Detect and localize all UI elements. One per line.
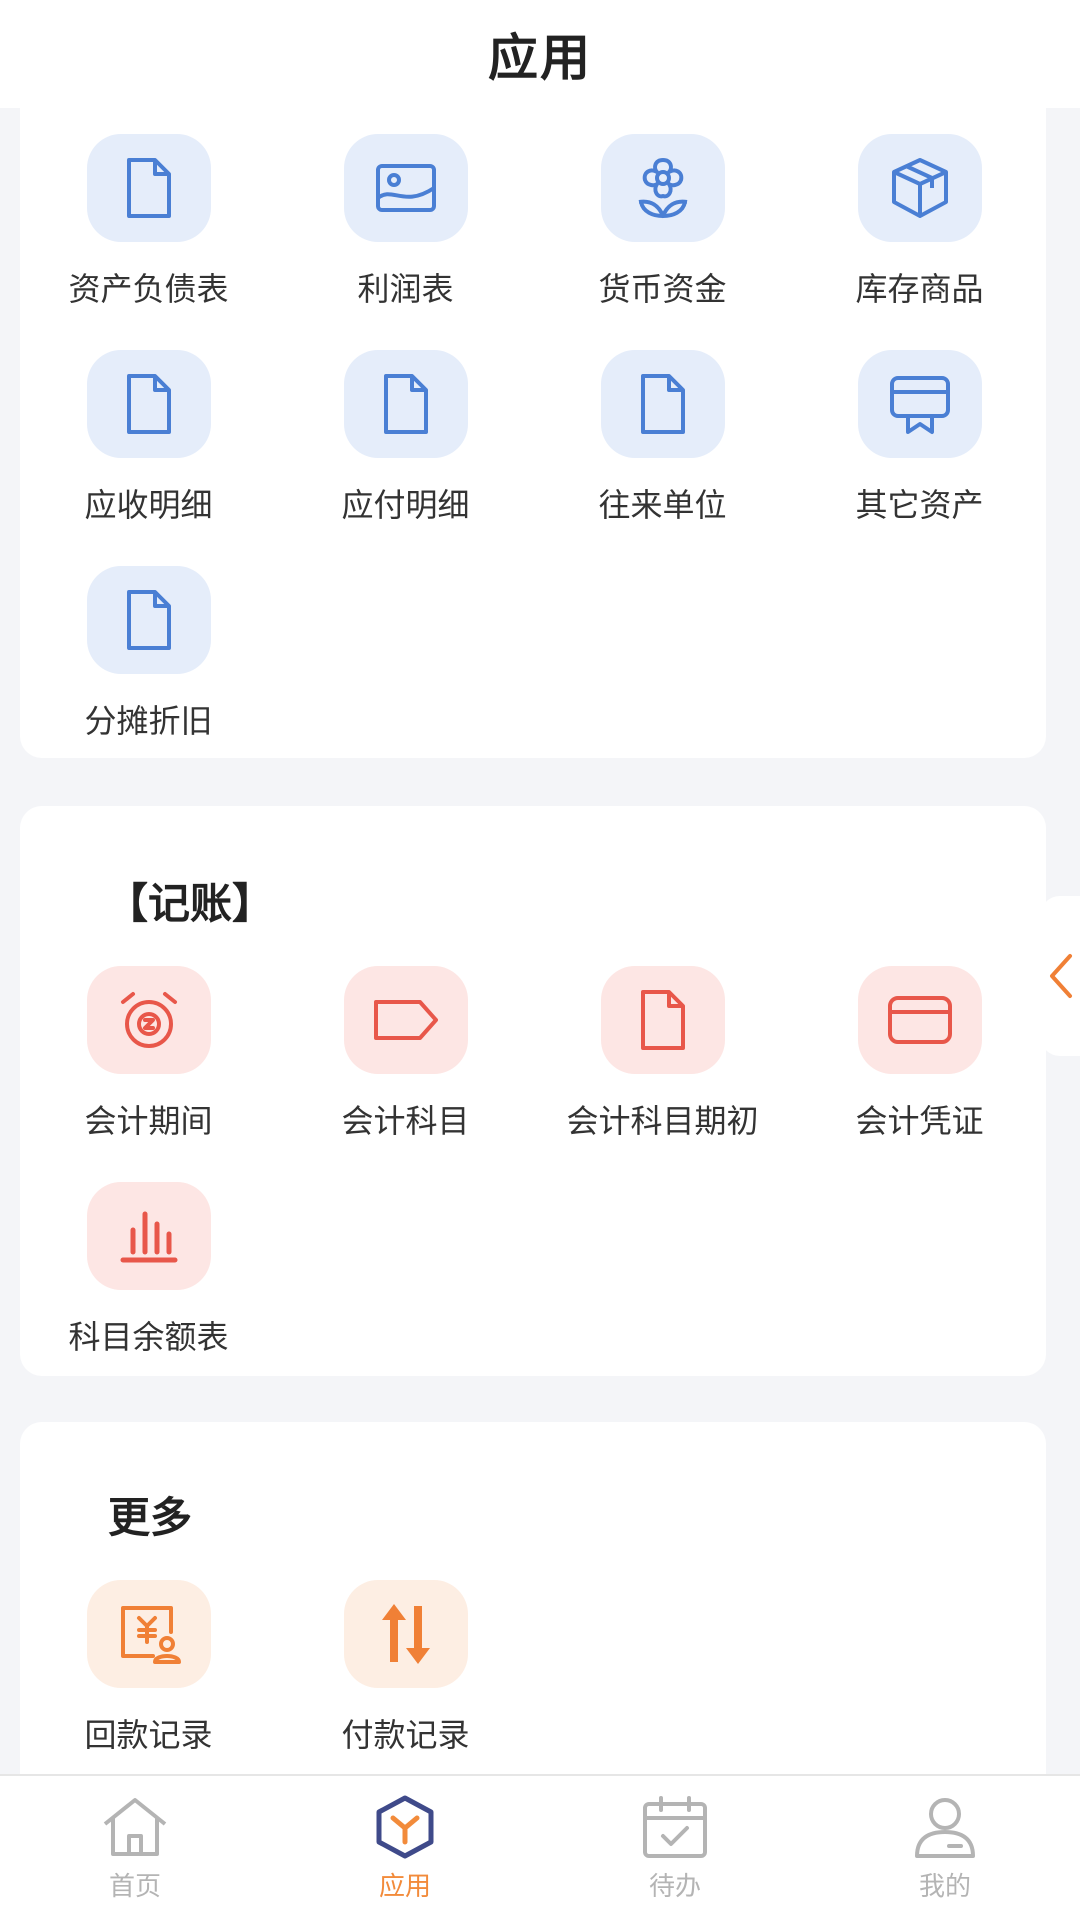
app-item-label: 科目余额表 — [68, 1318, 229, 1356]
tab-label: 首页 — [108, 1872, 161, 1902]
document-icon — [126, 158, 171, 218]
home-icon — [103, 1798, 167, 1856]
icon-container — [343, 134, 468, 242]
icon-container — [86, 350, 211, 458]
document-icon — [126, 590, 171, 650]
icon-container — [86, 566, 211, 674]
app-item-label: 库存商品 — [855, 270, 984, 308]
app-item-label: 资产负债表 — [68, 270, 229, 308]
app-item-label: 会计科目期初 — [566, 1102, 759, 1140]
ribbon-icon — [889, 376, 950, 434]
app-item-label: 付款记录 — [341, 1716, 470, 1754]
app-item-balance-sheet[interactable]: 资产负债表 — [20, 134, 277, 314]
flower-icon — [638, 158, 687, 218]
icon-container — [343, 1580, 468, 1688]
icon-container — [343, 966, 468, 1074]
icon-container — [343, 350, 468, 458]
user-icon — [915, 1798, 975, 1858]
app-item-vouchers[interactable]: 会计凭证 — [791, 966, 1048, 1146]
app-item-receivables[interactable]: 应收明细 — [20, 350, 277, 530]
app-item-payables[interactable]: 应付明细 — [277, 350, 534, 530]
app-item-label: 应付明细 — [341, 486, 470, 524]
chevron-left-icon — [1050, 954, 1072, 998]
document-icon — [640, 990, 685, 1050]
reports-card: 资产负债表 利润表 货币资金 库存商品 应收明细 应付明细 往来单位 其它资产 … — [20, 108, 1046, 758]
tab-apps[interactable]: 应用 — [270, 1776, 540, 1920]
more-card: 更多 回款记录 付款记录 — [20, 1422, 1046, 1792]
top-header: 应用 — [0, 0, 1080, 108]
app-item-cash-funds[interactable]: 货币资金 — [534, 134, 791, 314]
bottom-tab-bar: 首页 应用 待办 我的 — [0, 1774, 1080, 1920]
icon-container — [600, 134, 725, 242]
card-icon — [887, 996, 952, 1044]
alarm-clock-icon — [120, 992, 177, 1048]
icon-container — [86, 1182, 211, 1290]
app-item-label: 会计科目 — [341, 1102, 470, 1140]
app-item-label: 分摊折旧 — [84, 702, 213, 740]
icon-container — [86, 1580, 211, 1688]
side-expand-tab[interactable] — [1040, 896, 1080, 1056]
icon-container — [600, 350, 725, 458]
image-icon — [375, 164, 436, 212]
tag-icon — [373, 1000, 438, 1040]
app-item-label: 其它资产 — [855, 486, 984, 524]
bar-chart-icon — [120, 1211, 177, 1263]
icon-container — [857, 350, 982, 458]
app-item-income-statement[interactable]: 利润表 — [277, 134, 534, 314]
app-item-depreciation[interactable]: 分摊折旧 — [20, 566, 277, 746]
icon-container — [86, 966, 211, 1074]
tab-home[interactable]: 首页 — [0, 1776, 270, 1920]
app-item-label: 利润表 — [357, 270, 454, 308]
app-item-opening-balances[interactable]: 会计科目期初 — [534, 966, 791, 1146]
tab-mine[interactable]: 我的 — [810, 1776, 1080, 1920]
tab-todo[interactable]: 待办 — [540, 1776, 810, 1920]
tab-label: 待办 — [648, 1872, 701, 1902]
icon-container — [857, 134, 982, 242]
cube-icon — [376, 1795, 434, 1859]
app-item-inventory[interactable]: 库存商品 — [791, 134, 1048, 314]
box-icon — [891, 158, 948, 218]
icon-container — [86, 134, 211, 242]
document-icon — [640, 374, 685, 434]
app-item-accounting-subjects[interactable]: 会计科目 — [277, 966, 534, 1146]
app-item-label: 会计凭证 — [855, 1102, 984, 1140]
app-item-balance-report[interactable]: 科目余额表 — [20, 1182, 277, 1362]
app-item-other-assets[interactable]: 其它资产 — [791, 350, 1048, 530]
section-title-more: 更多 — [108, 1493, 193, 1542]
icon-container — [600, 966, 725, 1074]
payment-receipt-icon — [120, 1606, 181, 1664]
document-icon — [126, 374, 171, 434]
app-item-label: 应收明细 — [84, 486, 213, 524]
app-item-receipt-records[interactable]: 回款记录 — [20, 1580, 277, 1760]
page-title: 应用 — [488, 29, 592, 87]
app-item-partners[interactable]: 往来单位 — [534, 350, 791, 530]
bookkeeping-card: 【记账】 会计期间 会计科目 会计科目期初 会计凭证 科目余额表 — [20, 806, 1046, 1376]
app-item-label: 回款记录 — [84, 1716, 213, 1754]
app-item-accounting-period[interactable]: 会计期间 — [20, 966, 277, 1146]
app-item-payment-records[interactable]: 付款记录 — [277, 1580, 534, 1760]
section-title-bookkeeping: 【记账】 — [106, 879, 275, 928]
app-item-label: 往来单位 — [598, 486, 727, 524]
icon-container — [857, 966, 982, 1074]
tab-label: 我的 — [918, 1872, 971, 1902]
calendar-check-icon — [643, 1796, 707, 1858]
transfer-arrows-icon — [381, 1604, 430, 1664]
document-icon — [383, 374, 428, 434]
app-item-label: 会计期间 — [84, 1102, 213, 1140]
tab-label: 应用 — [378, 1872, 431, 1902]
app-item-label: 货币资金 — [598, 270, 727, 308]
